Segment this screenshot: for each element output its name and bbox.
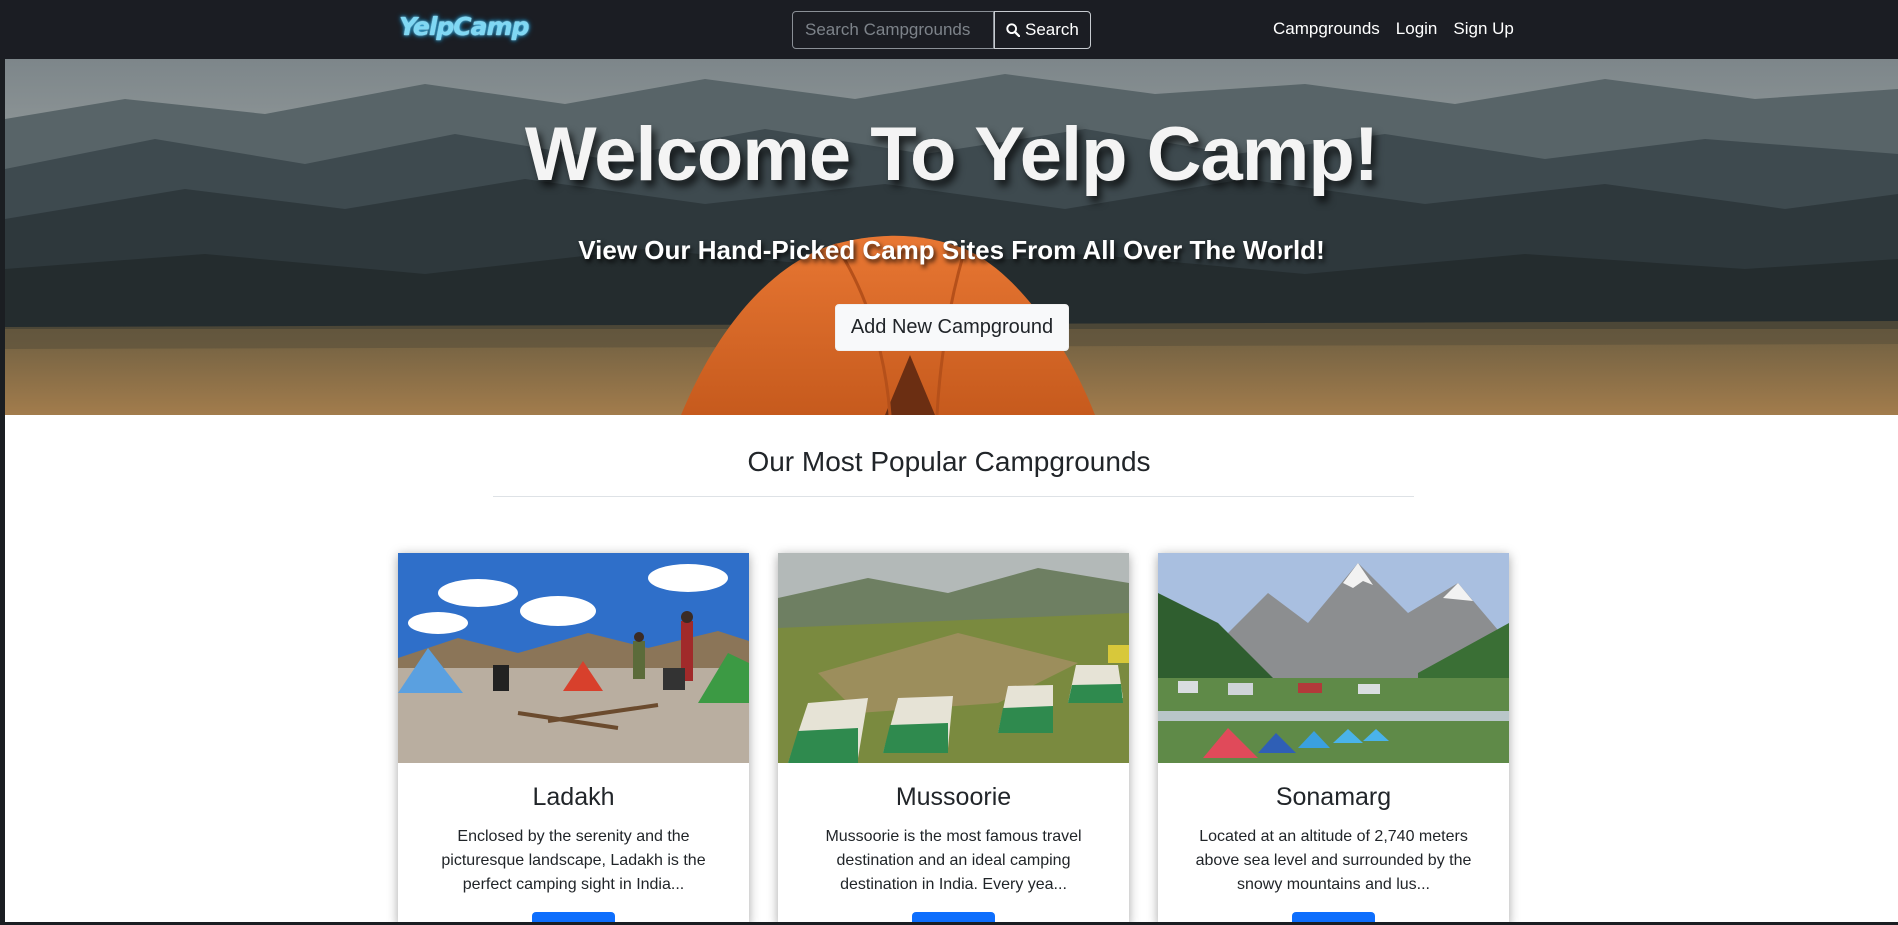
hero-banner: Welcome To Yelp Camp! View Our Hand-Pick…: [5, 59, 1898, 415]
card-image-sonamarg: [1158, 553, 1509, 763]
hero-subtitle: View Our Hand-Picked Camp Sites From All…: [578, 235, 1325, 265]
search-button[interactable]: Search: [994, 11, 1091, 49]
search-input[interactable]: [792, 11, 994, 49]
campground-card-sonamarg: Sonamarg Located at an altitude of 2,740…: [1158, 553, 1509, 925]
section-title: Our Most Popular Campgrounds: [747, 446, 1151, 477]
card-image-mussoorie: [778, 553, 1129, 763]
brand-logo[interactable]: YelpCamp: [399, 12, 529, 41]
card-title: Ladakh: [532, 783, 615, 811]
hero-title: Welcome To Yelp Camp!: [524, 112, 1379, 197]
card-image-ladakh: [398, 553, 749, 763]
card-title: Mussoorie: [895, 783, 1012, 811]
nav-link-signup[interactable]: Sign Up: [1453, 19, 1513, 39]
nav-link-login[interactable]: Login: [1396, 19, 1438, 39]
card-description: Mussoorie is the most famous travel dest…: [825, 828, 1082, 893]
add-new-campground-button[interactable]: Add New Campground: [835, 304, 1069, 351]
card-title: Sonamarg: [1275, 783, 1392, 811]
nav-link-campgrounds[interactable]: Campgrounds: [1273, 19, 1380, 39]
card-description: Enclosed by the serenity and the picture…: [441, 828, 706, 893]
navbar: YelpCamp Search Campgrounds Login Sign U…: [0, 0, 1898, 59]
search-form: Search: [792, 11, 1091, 49]
campground-card-mussoorie: Mussoorie Mussoorie is the most famous t…: [778, 553, 1129, 925]
search-button-label: Search: [1025, 20, 1079, 39]
card-description: Located at an altitude of 2,740 meters a…: [1195, 828, 1472, 893]
section-divider: [493, 496, 1414, 497]
nav-links: Campgrounds Login Sign Up: [1273, 19, 1514, 39]
search-icon: [1006, 23, 1020, 37]
campground-card-ladakh: Ladakh Enclosed by the serenity and the …: [398, 553, 749, 925]
